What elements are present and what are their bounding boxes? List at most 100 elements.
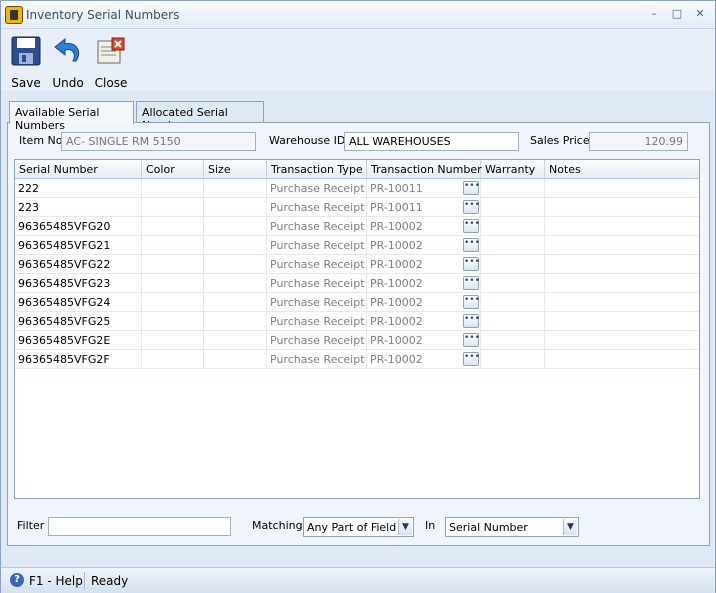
color-cell[interactable]: [142, 255, 204, 273]
chevron-down-icon[interactable]: ▼: [563, 519, 577, 535]
notes-cell[interactable]: [545, 255, 699, 273]
transaction-lookup-button[interactable]: •••: [463, 238, 480, 252]
color-cell[interactable]: [142, 331, 204, 349]
table-row[interactable]: 96365485VFG24 Purchase Receipt PR-10002 •••: [15, 293, 699, 312]
item-no-field[interactable]: AC- SINGLE RM 5150: [61, 132, 256, 151]
color-cell[interactable]: [142, 236, 204, 254]
tab-allocated-serial-numbers[interactable]: Allocated Serial Numbers: [136, 101, 264, 132]
help-icon[interactable]: ?: [10, 573, 24, 587]
warranty-cell[interactable]: [481, 198, 545, 216]
notes-cell[interactable]: [545, 312, 699, 330]
table-row[interactable]: 223 Purchase Receipt PR-10011 •••: [15, 198, 699, 217]
notes-cell[interactable]: [545, 293, 699, 311]
warranty-cell[interactable]: [481, 217, 545, 235]
transaction-type-cell[interactable]: Purchase Receipt: [267, 236, 367, 254]
serial-number-cell[interactable]: 96365485VFG2F: [15, 350, 142, 368]
close-window-button[interactable]: ✕: [692, 7, 708, 21]
table-row[interactable]: 96365485VFG23 Purchase Receipt PR-10002 •••: [15, 274, 699, 293]
notes-cell[interactable]: [545, 179, 699, 197]
notes-cell[interactable]: [545, 217, 699, 235]
size-cell[interactable]: [204, 198, 267, 216]
color-cell[interactable]: [142, 198, 204, 216]
notes-cell[interactable]: [545, 350, 699, 368]
column-header-color[interactable]: Color: [142, 160, 204, 179]
column-header-serial-number[interactable]: Serial Number: [15, 160, 142, 179]
color-cell[interactable]: [142, 350, 204, 368]
save-button[interactable]: Save: [7, 33, 45, 90]
warranty-cell[interactable]: [481, 293, 545, 311]
color-cell[interactable]: [142, 312, 204, 330]
serial-number-cell[interactable]: 96365485VFG23: [15, 274, 142, 292]
matching-select[interactable]: Any Part of Field ▼: [303, 517, 414, 537]
color-cell[interactable]: [142, 293, 204, 311]
transaction-lookup-button[interactable]: •••: [463, 295, 480, 309]
table-row[interactable]: 96365485VFG2F Purchase Receipt PR-10002 •••: [15, 350, 699, 369]
table-row[interactable]: 96365485VFG20 Purchase Receipt PR-10002 •••: [15, 217, 699, 236]
size-cell[interactable]: [204, 255, 267, 273]
serial-number-cell[interactable]: 96365485VFG20: [15, 217, 142, 235]
serial-number-cell[interactable]: 96365485VFG21: [15, 236, 142, 254]
table-row[interactable]: 96365485VFG21 Purchase Receipt PR-10002 •••: [15, 236, 699, 255]
tab-available-serial-numbers[interactable]: Available Serial Numbers: [9, 101, 134, 132]
transaction-type-cell[interactable]: Purchase Receipt: [267, 198, 367, 216]
color-cell[interactable]: [142, 217, 204, 235]
transaction-type-cell[interactable]: Purchase Receipt: [267, 217, 367, 235]
serial-number-cell[interactable]: 222: [15, 179, 142, 197]
size-cell[interactable]: [204, 293, 267, 311]
color-cell[interactable]: [142, 274, 204, 292]
warranty-cell[interactable]: [481, 350, 545, 368]
filter-input[interactable]: [48, 517, 231, 536]
serial-number-cell[interactable]: 96365485VFG25: [15, 312, 142, 330]
size-cell[interactable]: [204, 179, 267, 197]
size-cell[interactable]: [204, 350, 267, 368]
notes-cell[interactable]: [545, 331, 699, 349]
notes-cell[interactable]: [545, 236, 699, 254]
serial-number-cell[interactable]: 96365485VFG22: [15, 255, 142, 273]
serial-number-cell[interactable]: 96365485VFG24: [15, 293, 142, 311]
in-field-select[interactable]: Serial Number ▼: [445, 517, 579, 537]
warranty-cell[interactable]: [481, 331, 545, 349]
transaction-lookup-button[interactable]: •••: [463, 314, 480, 328]
serial-number-cell[interactable]: 96365485VFG2E: [15, 331, 142, 349]
size-cell[interactable]: [204, 312, 267, 330]
transaction-lookup-button[interactable]: •••: [463, 352, 480, 366]
transaction-type-cell[interactable]: Purchase Receipt: [267, 255, 367, 273]
table-row[interactable]: 96365485VFG2E Purchase Receipt PR-10002 •••: [15, 331, 699, 350]
warranty-cell[interactable]: [481, 255, 545, 273]
size-cell[interactable]: [204, 331, 267, 349]
transaction-lookup-button[interactable]: •••: [463, 276, 480, 290]
transaction-type-cell[interactable]: Purchase Receipt: [267, 331, 367, 349]
column-header-notes[interactable]: Notes: [545, 160, 699, 179]
transaction-type-cell[interactable]: Purchase Receipt: [267, 312, 367, 330]
column-header-warranty[interactable]: Warranty: [481, 160, 545, 179]
transaction-lookup-button[interactable]: •••: [463, 257, 480, 271]
transaction-lookup-button[interactable]: •••: [463, 219, 480, 233]
help-text[interactable]: F1 - Help: [29, 574, 83, 588]
undo-button[interactable]: Undo: [49, 33, 87, 90]
chevron-down-icon[interactable]: ▼: [398, 519, 412, 535]
minimize-button[interactable]: –: [646, 7, 662, 21]
transaction-lookup-button[interactable]: •••: [463, 181, 480, 195]
serial-number-cell[interactable]: 223: [15, 198, 142, 216]
size-cell[interactable]: [204, 274, 267, 292]
warranty-cell[interactable]: [481, 236, 545, 254]
transaction-lookup-button[interactable]: •••: [463, 200, 480, 214]
notes-cell[interactable]: [545, 198, 699, 216]
color-cell[interactable]: [142, 179, 204, 197]
transaction-type-cell[interactable]: Purchase Receipt: [267, 293, 367, 311]
transaction-type-cell[interactable]: Purchase Receipt: [267, 179, 367, 197]
table-row[interactable]: 96365485VFG22 Purchase Receipt PR-10002 •••: [15, 255, 699, 274]
table-row[interactable]: 96365485VFG25 Purchase Receipt PR-10002 •••: [15, 312, 699, 331]
column-header-size[interactable]: Size: [204, 160, 267, 179]
size-cell[interactable]: [204, 236, 267, 254]
notes-cell[interactable]: [545, 274, 699, 292]
column-header-transaction-number[interactable]: Transaction Number: [367, 160, 482, 179]
close-button[interactable]: Close: [91, 33, 131, 90]
size-cell[interactable]: [204, 217, 267, 235]
warehouse-id-field[interactable]: ALL WAREHOUSES: [344, 132, 519, 151]
transaction-lookup-button[interactable]: •••: [463, 333, 480, 347]
warranty-cell[interactable]: [481, 274, 545, 292]
transaction-type-cell[interactable]: Purchase Receipt: [267, 350, 367, 368]
transaction-type-cell[interactable]: Purchase Receipt: [267, 274, 367, 292]
column-header-transaction-type[interactable]: Transaction Type: [267, 160, 367, 179]
